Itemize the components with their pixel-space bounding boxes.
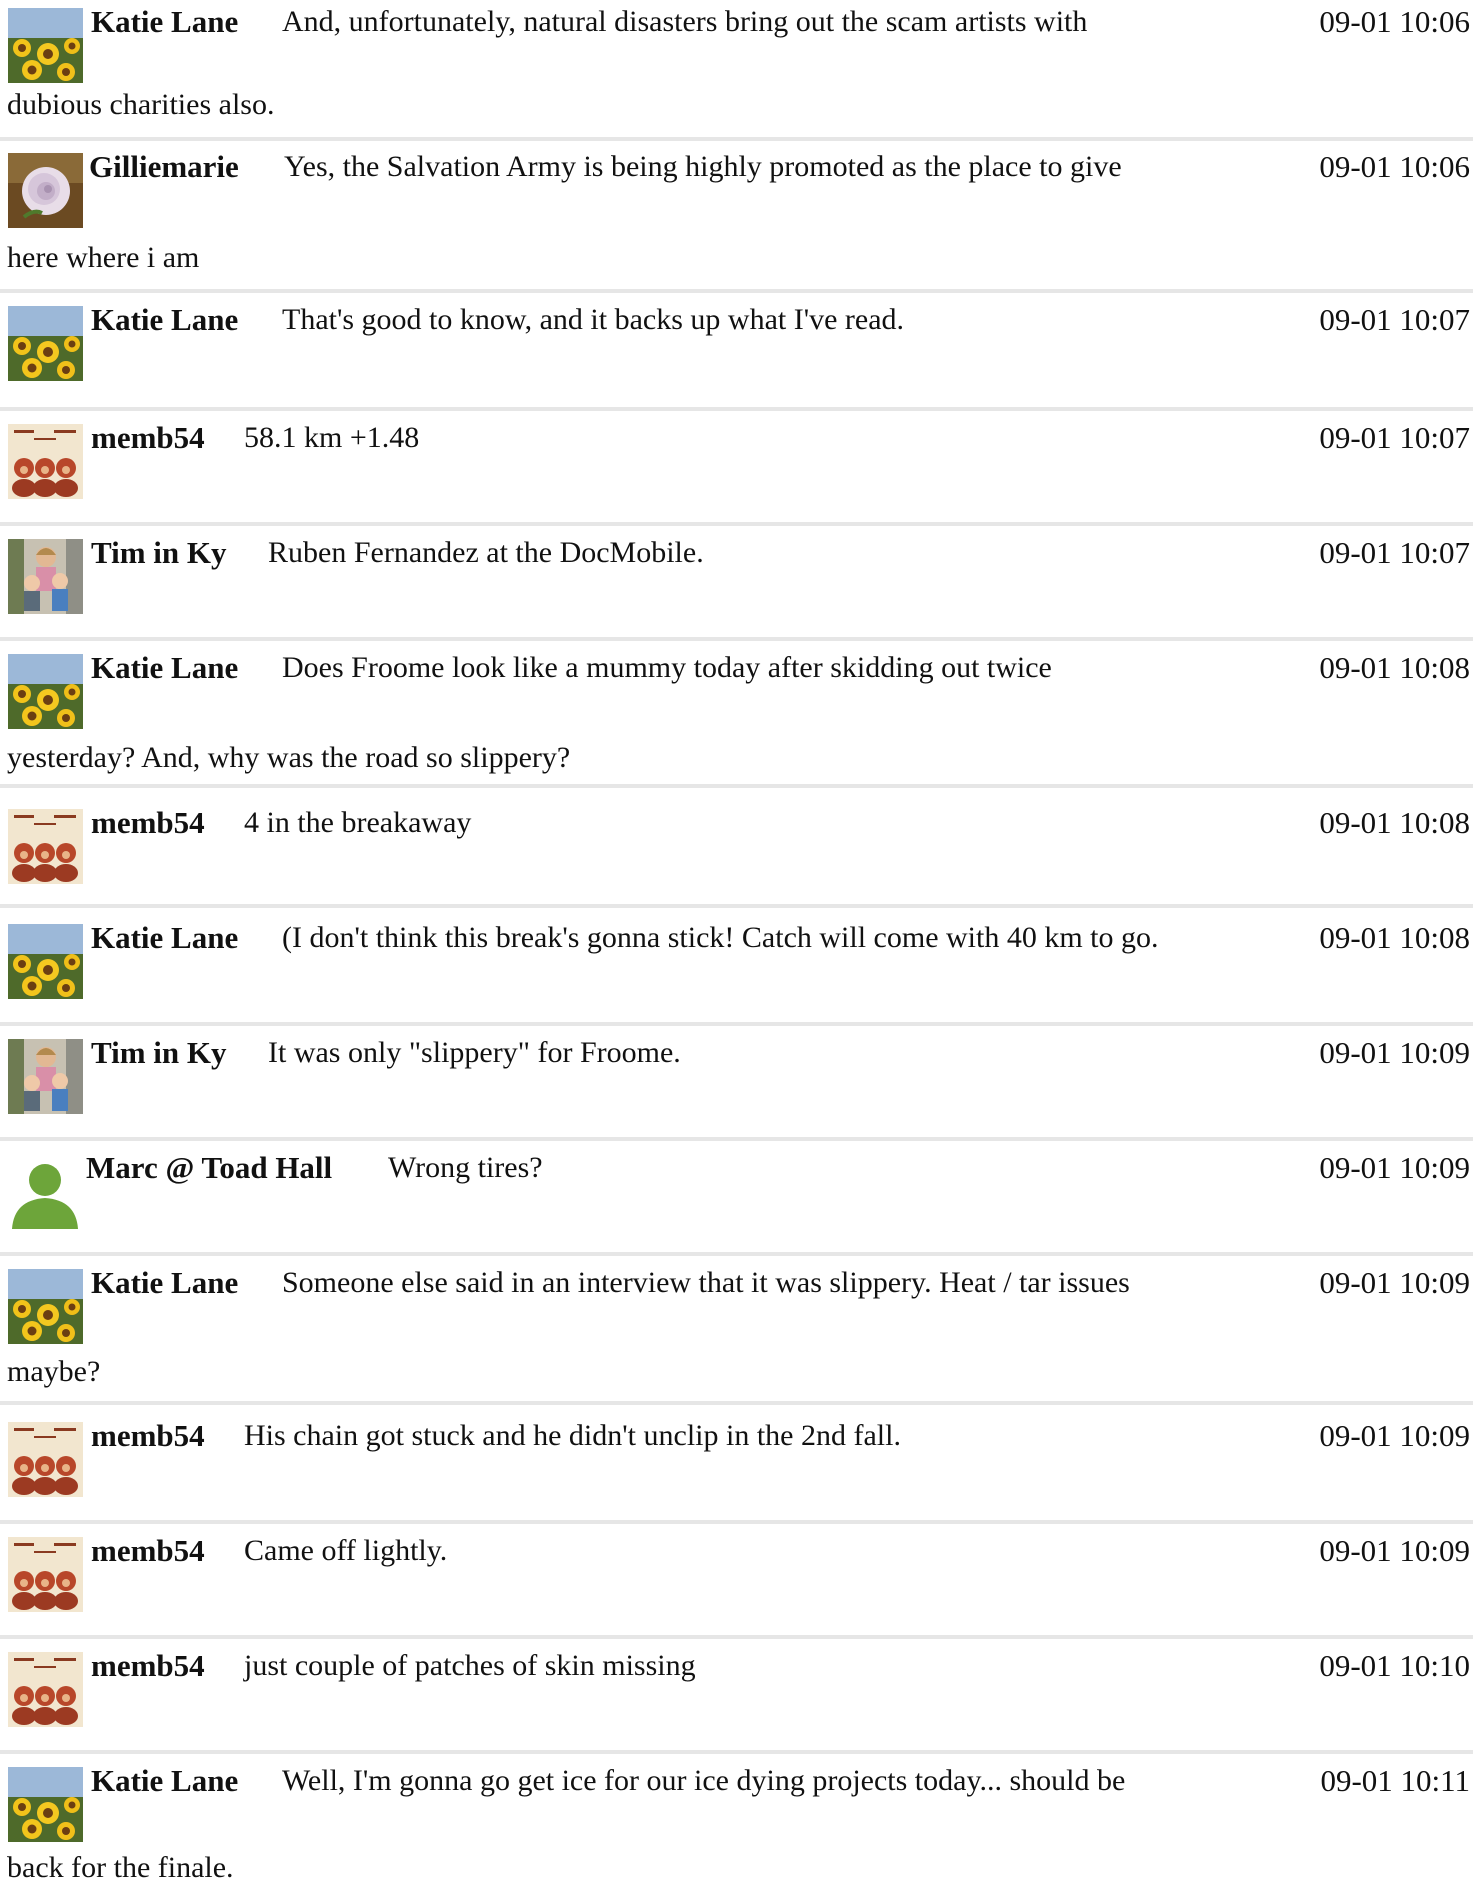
sunflower-field-avatar[interactable] [8,654,83,729]
timestamp: 09-01 10:07 [1319,535,1470,570]
message-text-continued: here where i am [7,241,200,274]
message-text: His chain got stuck and he didn't unclip… [244,1419,901,1452]
chat-message: memb54 4 in the breakaway 09-01 10:08 [0,801,1473,908]
timestamp: 09-01 10:08 [1319,920,1470,955]
chat-message: memb54 His chain got stuck and he didn't… [0,1414,1473,1524]
chat-message: Katie Lane (I don't think this break's g… [0,916,1473,1026]
sunflower-field-avatar[interactable] [8,924,83,999]
message-text: That's good to know, and it backs up wha… [282,303,905,336]
message-text: 4 in the breakaway [244,806,472,839]
timestamp: 09-01 10:07 [1319,302,1470,337]
message-text: It was only "slippery" for Froome. [268,1036,681,1069]
timestamp: 09-01 10:06 [1319,4,1470,39]
sunflower-field-avatar[interactable] [8,1767,83,1842]
username[interactable]: Gilliemarie [89,149,239,185]
sunflower-field-avatar[interactable] [8,1269,83,1344]
timestamp: 09-01 10:09 [1319,1265,1470,1300]
message-text: Well, I'm gonna go get ice for our ice d… [282,1764,1126,1797]
chat-message: Gilliemarie Yes, the Salvation Army is b… [0,145,1473,293]
message-text: Ruben Fernandez at the DocMobile. [268,536,704,569]
chat-message: memb54 Came off lightly. 09-01 10:09 [0,1529,1473,1639]
username[interactable]: Katie Lane [91,650,238,686]
chat-message: Katie Lane Does Froome look like a mummy… [0,646,1473,788]
rose-avatar[interactable] [8,153,83,228]
message-text: Does Froome look like a mummy today afte… [282,651,1052,684]
message-text: just couple of patches of skin missing [244,1649,696,1682]
chat-message: Katie Lane Someone else said in an inter… [0,1261,1473,1405]
message-text-continued: maybe? [7,1355,101,1388]
three-monkeys-avatar[interactable] [8,809,83,884]
message-text: And, unfortunately, natural disasters br… [282,5,1088,38]
timestamp: 09-01 10:09 [1319,1150,1470,1185]
sunflower-field-avatar[interactable] [8,8,83,83]
message-text: Someone else said in an interview that i… [282,1266,1130,1299]
three-monkeys-avatar[interactable] [8,1652,83,1727]
chat-message: Tim in Ky Ruben Fernandez at the DocMobi… [0,531,1473,641]
username[interactable]: Tim in Ky [91,535,227,571]
family-photo-avatar[interactable] [8,539,83,614]
username[interactable]: Tim in Ky [91,1035,227,1071]
three-monkeys-avatar[interactable] [8,1422,83,1497]
username[interactable]: Marc @ Toad Hall [86,1150,332,1186]
chat-log: Katie Lane And, unfortunately, natural d… [0,0,1473,1888]
timestamp: 09-01 10:08 [1319,805,1470,840]
timestamp: 09-01 10:06 [1319,149,1470,184]
chat-message: Katie Lane And, unfortunately, natural d… [0,0,1473,141]
chat-message: Marc @ Toad Hall Wrong tires? 09-01 10:0… [0,1146,1473,1256]
username[interactable]: Katie Lane [91,1763,238,1799]
username[interactable]: memb54 [91,1533,205,1569]
message-text-continued: dubious charities also. [7,88,275,121]
message-text: (I don't think this break's gonna stick!… [282,921,1159,954]
username[interactable]: Katie Lane [91,4,238,40]
chat-message: Katie Lane That's good to know, and it b… [0,298,1473,411]
message-text: Wrong tires? [388,1151,543,1184]
message-text: 58.1 km +1.48 [244,421,420,454]
sunflower-field-avatar[interactable] [8,306,83,381]
chat-message: memb54 58.1 km +1.48 09-01 10:07 [0,416,1473,526]
message-text-continued: yesterday? And, why was the road so slip… [7,741,571,774]
message-text: Yes, the Salvation Army is being highly … [284,150,1122,183]
username[interactable]: Katie Lane [91,302,238,338]
username[interactable]: memb54 [91,1648,205,1684]
username[interactable]: Katie Lane [91,920,238,956]
message-text-continued: back for the finale. [7,1851,234,1884]
chat-message: Tim in Ky It was only "slippery" for Fro… [0,1031,1473,1141]
default-user-avatar[interactable] [8,1154,83,1229]
username[interactable]: Katie Lane [91,1265,238,1301]
three-monkeys-avatar[interactable] [8,1537,83,1612]
chat-message: Katie Lane Well, I'm gonna go get ice fo… [0,1759,1473,1888]
message-text: Came off lightly. [244,1534,448,1567]
timestamp: 09-01 10:09 [1319,1035,1470,1070]
family-photo-avatar[interactable] [8,1039,83,1114]
username[interactable]: memb54 [91,1418,205,1454]
timestamp: 09-01 10:09 [1319,1533,1470,1568]
three-monkeys-avatar[interactable] [8,424,83,499]
timestamp: 09-01 10:09 [1319,1418,1470,1453]
username[interactable]: memb54 [91,420,205,456]
timestamp: 09-01 10:07 [1319,420,1470,455]
timestamp: 09-01 10:11 [1320,1763,1470,1798]
timestamp: 09-01 10:10 [1319,1648,1470,1683]
username[interactable]: memb54 [91,805,205,841]
chat-message: memb54 just couple of patches of skin mi… [0,1644,1473,1754]
timestamp: 09-01 10:08 [1319,650,1470,685]
